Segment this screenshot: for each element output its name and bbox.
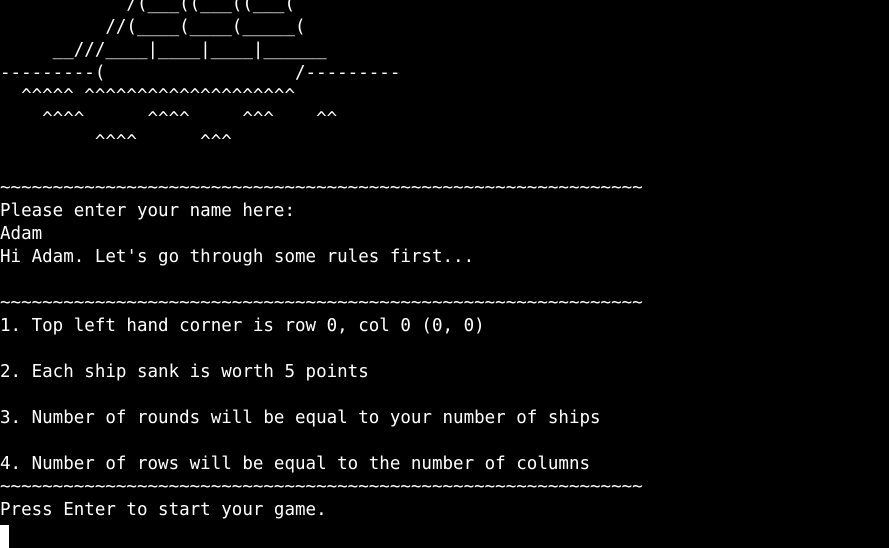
name-prompt: Please enter your name here: [0, 201, 296, 221]
tilde-divider: ~~~~~~~~~~~~~~~~~~~~~~~~~~~~~~~~~~~~~~~~… [0, 293, 643, 313]
greeting-message: Hi Adam. Let's go through some rules fir… [0, 247, 475, 267]
terminal-window[interactable]: /(___((___((___( //(____(____(_____( __/… [0, 0, 889, 548]
ascii-ship-line-1: /(___((___((___( [0, 0, 296, 14]
ascii-waves-line-2: ^^^^ ^^^^ ^^^ ^^ [0, 109, 338, 129]
rule-2: 2. Each ship sank is worth 5 points [0, 362, 369, 382]
name-input-echo: Adam [0, 224, 43, 244]
text-cursor[interactable] [0, 525, 9, 548]
rule-4: 4. Number of rows will be equal to the n… [0, 454, 591, 474]
ascii-ship-hull-line: ---------( /--------- [0, 63, 401, 83]
ascii-ship-line-2: //(____(____(_____( [0, 17, 306, 37]
rule-1: 1. Top left hand corner is row 0, col 0 … [0, 316, 485, 336]
ascii-waves-line-3: ^^^^ ^^^ [0, 132, 232, 152]
ascii-waves-line-1: ^^^^^ ^^^^^^^^^^^^^^^^^^^^ [0, 86, 296, 106]
tilde-divider: ~~~~~~~~~~~~~~~~~~~~~~~~~~~~~~~~~~~~~~~~… [0, 178, 643, 198]
rule-3: 3. Number of rounds will be equal to you… [0, 408, 601, 428]
ascii-ship-line-3: __///____|____|____|______ [0, 40, 327, 60]
tilde-divider: ~~~~~~~~~~~~~~~~~~~~~~~~~~~~~~~~~~~~~~~~… [0, 477, 643, 497]
start-game-prompt: Press Enter to start your game. [0, 500, 327, 520]
